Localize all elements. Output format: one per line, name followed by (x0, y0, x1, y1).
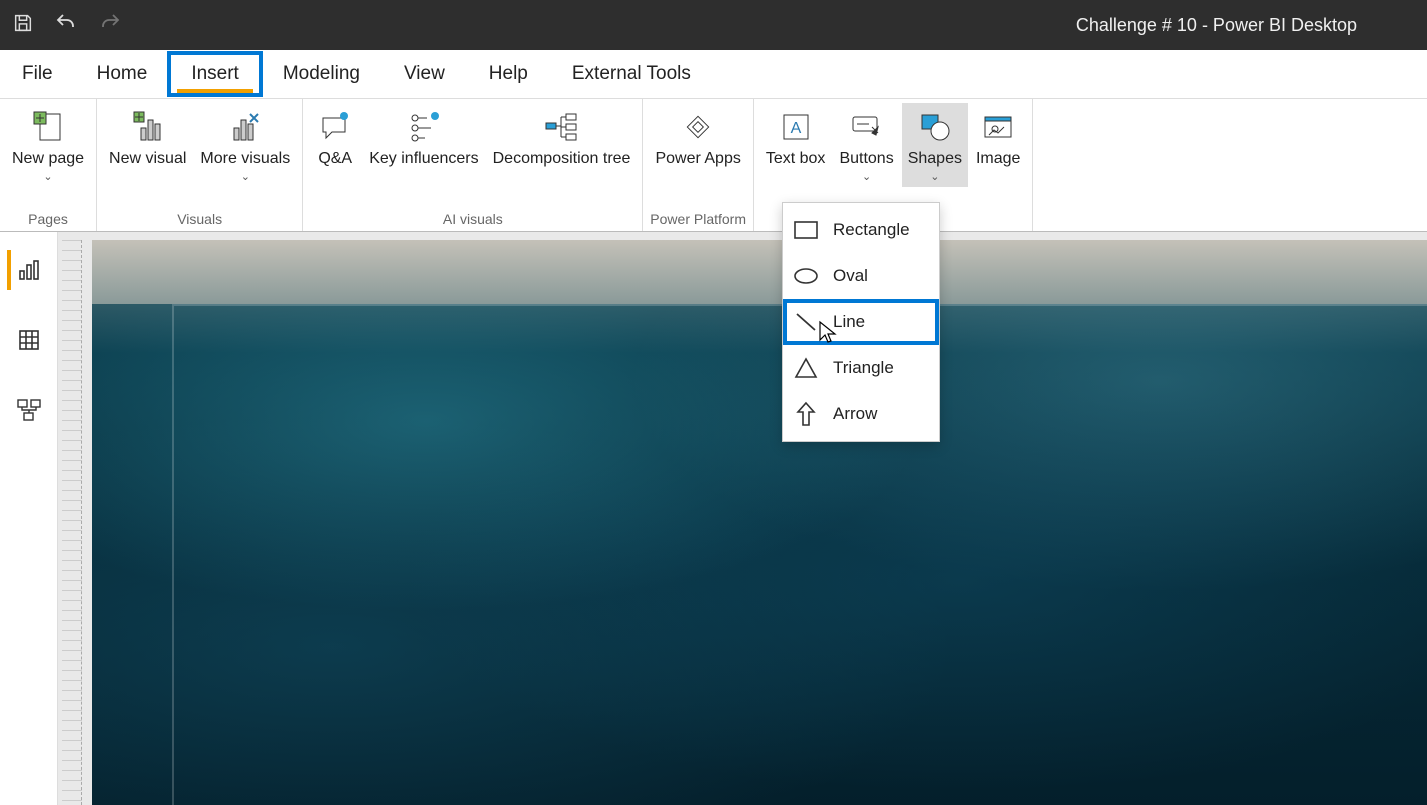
tab-home[interactable]: Home (75, 53, 170, 95)
qna-icon (318, 107, 352, 147)
shapes-button[interactable]: Shapes ⌄ (902, 103, 968, 187)
new-page-button[interactable]: New page ⌄ (6, 103, 90, 187)
ribbon-tabs: File Home Insert Modeling View Help Exte… (0, 50, 1427, 98)
shape-triangle-label: Triangle (833, 358, 894, 378)
ribbon-group-pages: New page ⌄ Pages (0, 99, 97, 231)
chevron-down-icon: ⌄ (930, 170, 939, 183)
model-view-button[interactable] (9, 390, 49, 430)
chevron-down-icon: ⌄ (241, 170, 250, 183)
new-visual-button[interactable]: New visual (103, 103, 192, 172)
window-title: Challenge # 10 - Power BI Desktop (1076, 15, 1357, 36)
decomposition-tree-button[interactable]: Decomposition tree (487, 103, 637, 172)
report-view-button[interactable] (7, 250, 47, 290)
buttons-label: Buttons (839, 149, 893, 168)
ribbon-group-visuals: New visual More visuals ⌄ Visuals (97, 99, 303, 231)
more-visuals-label: More visuals (200, 149, 290, 168)
arrow-icon (793, 401, 819, 427)
key-influencers-button[interactable]: Key influencers (363, 103, 484, 172)
shapes-icon (918, 107, 952, 147)
shape-line[interactable]: Line (783, 299, 939, 345)
redo-icon[interactable] (98, 11, 122, 40)
canvas-area (58, 232, 1427, 805)
text-box-label: Text box (766, 149, 826, 168)
decomposition-tree-icon (544, 107, 580, 147)
new-page-icon (31, 107, 65, 147)
save-icon[interactable] (12, 12, 34, 39)
buttons-icon (850, 107, 884, 147)
tab-help[interactable]: Help (467, 53, 550, 95)
tab-modeling[interactable]: Modeling (261, 53, 382, 95)
qna-button[interactable]: Q&A (309, 103, 361, 172)
qna-label: Q&A (318, 149, 352, 168)
shape-oval-label: Oval (833, 266, 868, 286)
chevron-down-icon: ⌄ (43, 170, 52, 183)
key-influencers-label: Key influencers (369, 149, 478, 168)
shape-triangle[interactable]: Triangle (783, 345, 939, 391)
key-influencers-icon (407, 107, 441, 147)
text-box-icon: A (780, 107, 812, 147)
chevron-down-icon: ⌄ (862, 170, 871, 183)
decomposition-tree-label: Decomposition tree (493, 149, 631, 168)
title-bar: Challenge # 10 - Power BI Desktop (0, 0, 1427, 50)
rectangle-icon (793, 217, 819, 243)
buttons-button[interactable]: Buttons ⌄ (833, 103, 899, 187)
shape-arrow-label: Arrow (833, 404, 877, 424)
line-icon (793, 309, 819, 335)
shape-rectangle-label: Rectangle (833, 220, 910, 240)
image-button[interactable]: Image (970, 103, 1026, 172)
power-platform-group-label: Power Platform (649, 211, 746, 229)
shape-oval[interactable]: Oval (783, 253, 939, 299)
vertical-ruler (62, 240, 82, 805)
undo-icon[interactable] (54, 11, 78, 40)
new-page-label: New page (12, 149, 84, 168)
pages-group-label: Pages (6, 211, 90, 229)
left-view-bar (0, 232, 58, 805)
canvas-background-top (92, 240, 1427, 304)
shape-rectangle[interactable]: Rectangle (783, 207, 939, 253)
visuals-group-label: Visuals (103, 211, 296, 229)
tab-external-tools[interactable]: External Tools (550, 53, 713, 95)
power-apps-icon (680, 107, 716, 147)
image-icon (981, 107, 1015, 147)
oval-icon (793, 263, 819, 289)
power-apps-button[interactable]: Power Apps (649, 103, 746, 172)
image-label: Image (976, 149, 1020, 168)
power-apps-label: Power Apps (655, 149, 740, 168)
triangle-icon (793, 355, 819, 381)
report-canvas[interactable] (92, 240, 1427, 805)
tab-view[interactable]: View (382, 53, 467, 95)
shapes-dropdown-menu: Rectangle Oval Line Triangle Arrow (782, 202, 940, 442)
tab-file[interactable]: File (0, 53, 75, 95)
new-visual-label: New visual (109, 149, 186, 168)
ribbon-group-power-platform: Power Apps Power Platform (643, 99, 753, 231)
shapes-label: Shapes (908, 149, 962, 168)
more-visuals-button[interactable]: More visuals ⌄ (194, 103, 296, 187)
svg-text:A: A (790, 120, 801, 137)
ribbon: New page ⌄ Pages New visual More visuals… (0, 98, 1427, 232)
more-visuals-icon (228, 107, 262, 147)
new-visual-icon (131, 107, 165, 147)
data-view-button[interactable] (9, 320, 49, 360)
ai-visuals-group-label: AI visuals (309, 211, 636, 229)
text-box-button[interactable]: A Text box (760, 103, 832, 172)
shape-arrow[interactable]: Arrow (783, 391, 939, 437)
tab-insert[interactable]: Insert (169, 53, 261, 95)
ribbon-group-ai-visuals: Q&A Key influencers Decomposition tree A… (303, 99, 643, 231)
shape-line-label: Line (833, 312, 865, 332)
